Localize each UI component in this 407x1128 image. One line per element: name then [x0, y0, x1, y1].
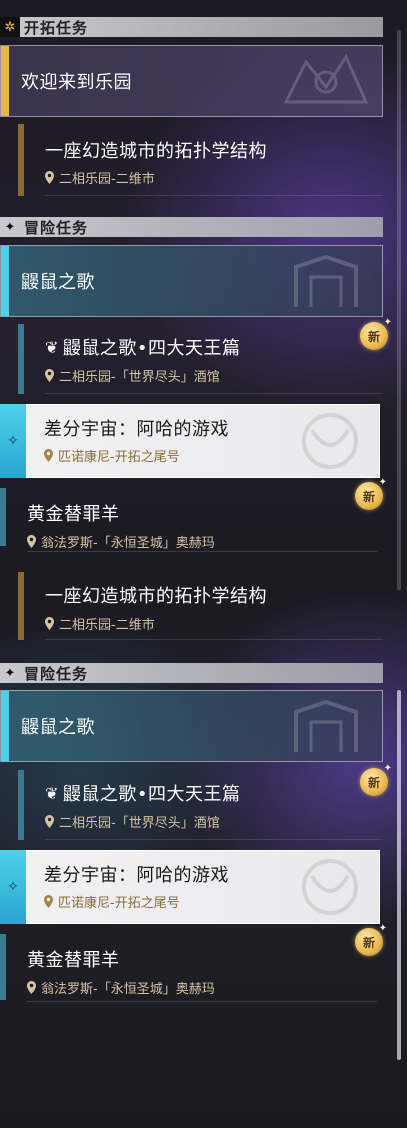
section-title: 开拓任务 [24, 18, 89, 37]
quest-accent-bar [18, 572, 24, 640]
location-pin-icon [45, 815, 54, 828]
location-pin-icon [44, 895, 53, 908]
four-point-star-icon: ✦ [4, 219, 16, 235]
quest-item-selected-2[interactable]: ✧ 差分宇宙：阿哈的游戏 匹诺康尼-开拓之尾号 [0, 850, 380, 924]
sparkle-icon: ✦ [383, 763, 392, 774]
quest-title: 一座幻造城市的拓扑学结构 [45, 141, 267, 162]
location-pin-icon [27, 981, 36, 994]
quest-location-text: 匹诺康尼-开拓之尾号 [58, 450, 180, 465]
quest-item-mole-song-kings[interactable]: ❦ 鼹鼠之歌•四大天王篇 二相乐园-「世界尽头」酒馆 [18, 324, 383, 394]
divider [45, 393, 383, 394]
quest-title: ❦ 鼹鼠之歌•四大天王篇 [45, 780, 241, 806]
quest-location-text: 二相乐园-二维市 [59, 172, 155, 187]
group-title: 鼹鼠之歌 [21, 717, 95, 738]
quest-title-text: 鼹鼠之歌•四大天王篇 [62, 784, 241, 805]
quest-item-golden-scapegoat-2[interactable]: 黄金替罪羊 翁法罗斯-「永恒圣城」奥赫玛 [0, 934, 383, 1002]
quest-location-text: 翁法罗斯-「永恒圣城」奥赫玛 [41, 536, 215, 551]
divider [27, 1001, 377, 1002]
emblem-decoration-icon [283, 53, 369, 104]
quest-location: 二相乐园-二维市 [45, 168, 155, 187]
quest-location-text: 匹诺康尼-开拓之尾号 [58, 896, 180, 911]
quest-location: 二相乐园-二维市 [45, 614, 155, 633]
quest-location-text: 二相乐园-「世界尽头」酒馆 [59, 816, 220, 831]
location-pin-icon [27, 535, 36, 548]
four-point-star-icon: ✦ [4, 665, 16, 681]
new-badge-text: 新 [367, 775, 380, 790]
divider [45, 639, 383, 640]
location-pin-icon [45, 171, 54, 184]
section-header-adventure: ✦ 冒险任务 [0, 217, 383, 237]
location-pin-icon [45, 617, 54, 630]
quest-type-icon: ❦ [45, 783, 59, 803]
quest-title: 黄金替罪羊 [27, 504, 120, 525]
quest-accent-bar [18, 124, 24, 196]
scrollbar-track[interactable] [397, 30, 401, 590]
emblem-decoration-icon [294, 254, 358, 307]
quest-title-text: 鼹鼠之歌•四大天王篇 [62, 338, 241, 359]
quest-item-mole-song-kings-2[interactable]: ❦ 鼹鼠之歌•四大天王篇 二相乐园-「世界尽头」酒馆 [18, 770, 383, 840]
quest-location-text: 二相乐园-「世界尽头」酒馆 [59, 370, 220, 385]
new-badge: 新 ✦ [355, 477, 387, 510]
quest-item-trailblaze-2[interactable]: 一座幻造城市的拓扑学结构 二相乐园-二维市 [18, 572, 383, 640]
section-header-adventure-2: ✦ 冒险任务 [0, 663, 383, 683]
quest-title: 差分宇宙：阿哈的游戏 [44, 865, 229, 886]
new-badge-text: 新 [362, 935, 375, 950]
quest-location: 翁法罗斯-「永恒圣城」奥赫玛 [27, 532, 215, 551]
new-badge-text: 新 [362, 489, 375, 504]
section-title: 冒险任务 [24, 664, 89, 683]
group-title: 鼹鼠之歌 [21, 272, 95, 293]
new-badge: 新 ✦ [360, 317, 392, 350]
quest-location: 匹诺康尼-开拓之尾号 [44, 892, 180, 911]
quest-accent-bar [0, 488, 6, 546]
diamond-marker-icon: ✧ [7, 879, 19, 895]
quest-title: ❦ 鼹鼠之歌•四大天王篇 [45, 334, 241, 360]
quest-location-text: 翁法罗斯-「永恒圣城」奥赫玛 [41, 982, 215, 997]
quest-location-text: 二相乐园-二维市 [59, 618, 155, 633]
quest-accent-bar [18, 770, 24, 840]
aha-emblem-icon [302, 413, 358, 469]
diamond-marker-icon: ✧ [7, 433, 19, 449]
selected-accent-bar: ✧ [0, 404, 26, 478]
sparkle-icon: ✦ [378, 923, 387, 934]
group-card-mole-song[interactable]: 鼹鼠之歌 [0, 245, 383, 317]
sparkle-icon: ✦ [383, 317, 392, 328]
quest-title: 差分宇宙：阿哈的游戏 [44, 419, 229, 440]
new-badge: 新 ✦ [355, 923, 387, 956]
quest-location: 匹诺康尼-开拓之尾号 [44, 446, 180, 465]
new-badge-text: 新 [367, 329, 380, 344]
divider [45, 839, 383, 840]
compass-icon: ✲ [0, 17, 20, 37]
chapter-accent-bar [1, 46, 9, 116]
quest-accent-bar [18, 324, 24, 394]
section-title: 冒险任务 [24, 218, 89, 237]
quest-item-trailblaze[interactable]: 一座幻造城市的拓扑学结构 二相乐园-二维市 [18, 124, 383, 196]
quest-title: 黄金替罪羊 [27, 950, 120, 971]
quest-item-golden-scapegoat[interactable]: 黄金替罪羊 翁法罗斯-「永恒圣城」奥赫玛 [0, 488, 383, 552]
quest-title: 一座幻造城市的拓扑学结构 [45, 586, 267, 607]
divider [45, 195, 383, 196]
group-card-mole-song-2[interactable]: 鼹鼠之歌 [0, 690, 383, 762]
group-accent-bar [1, 691, 9, 761]
new-badge: 新 ✦ [360, 763, 392, 796]
scrollbar-thumb[interactable] [397, 690, 401, 1060]
group-accent-bar [1, 246, 9, 316]
quest-location: 二相乐园-「世界尽头」酒馆 [45, 366, 220, 385]
chapter-title: 欢迎来到乐园 [21, 72, 132, 93]
quest-type-icon: ❦ [45, 337, 59, 357]
sparkle-icon: ✦ [378, 477, 387, 488]
quest-location: 二相乐园-「世界尽头」酒馆 [45, 812, 220, 831]
quest-location: 翁法罗斯-「永恒圣城」奥赫玛 [27, 978, 215, 997]
divider [27, 551, 377, 552]
quest-accent-bar [0, 934, 6, 1000]
quest-item-selected[interactable]: ✧ 差分宇宙：阿哈的游戏 匹诺康尼-开拓之尾号 [0, 404, 380, 478]
section-header-trailblaze: ✲ 开拓任务 [0, 17, 383, 37]
location-pin-icon [45, 369, 54, 382]
aha-emblem-icon [302, 859, 358, 915]
chapter-card-trailblaze[interactable]: 欢迎来到乐园 [0, 45, 383, 117]
location-pin-icon [44, 449, 53, 462]
emblem-decoration-icon [294, 699, 358, 752]
selected-accent-bar: ✧ [0, 850, 26, 924]
